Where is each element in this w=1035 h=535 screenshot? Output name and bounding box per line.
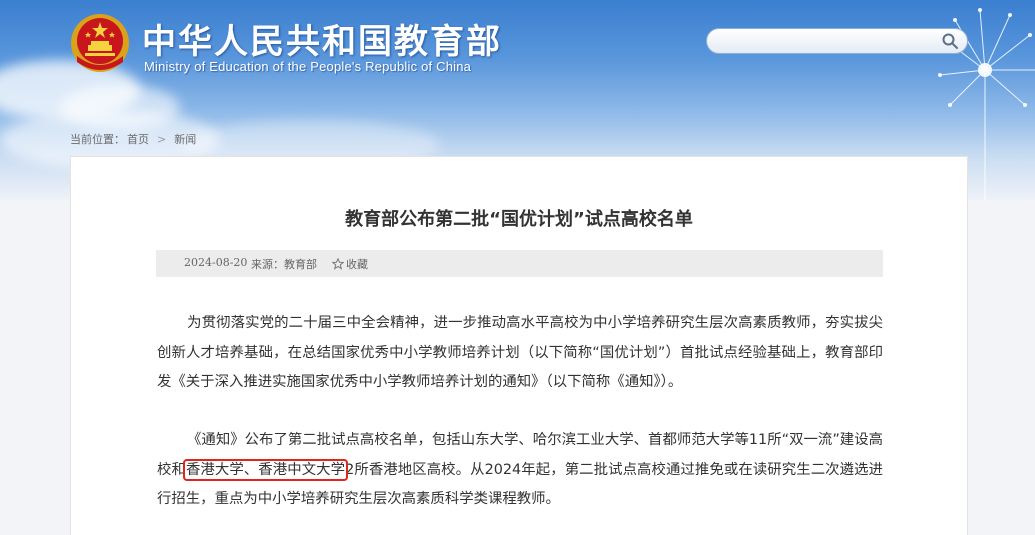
favorite-label: 收藏 xyxy=(346,258,368,271)
paragraph-1-text: 为贯彻落实党的二十届三中全会精神，进一步推动高水平高校为中小学培养研究生层次高素… xyxy=(157,315,883,390)
breadcrumb-news-link[interactable]: 新闻 xyxy=(174,133,196,146)
national-emblem-icon xyxy=(71,14,129,72)
article-title: 教育部公布第二批“国优计划”试点高校名单 xyxy=(345,209,693,230)
search-input[interactable] xyxy=(715,31,939,53)
breadcrumb-home-link[interactable]: 首页 xyxy=(127,133,149,146)
search-box xyxy=(706,28,968,54)
site-title[interactable]: 中华人民共和国教育部 xyxy=(142,14,502,63)
star-icon xyxy=(332,258,344,270)
search-icon[interactable] xyxy=(941,32,959,50)
highlighted-universities: 香港大学、香港中文大学 xyxy=(182,458,349,481)
article-paragraph: 《通知》公布了第二批试点高校名单，包括山东大学、哈尔滨工业大学、首都师范大学等1… xyxy=(157,426,883,515)
breadcrumb: 当前位置： 首页 > 新闻 xyxy=(70,131,196,147)
breadcrumb-separator: > xyxy=(157,133,167,146)
article-paragraph: 为贯彻落实党的二十届三中全会精神，进一步推动高水平高校为中小学培养研究生层次高素… xyxy=(157,309,883,398)
favorite-button[interactable]: 收藏 xyxy=(332,256,368,272)
article-source: 来源：教育部 xyxy=(251,258,317,271)
site-subtitle: Ministry of Education of the People's Re… xyxy=(144,59,472,74)
article-meta-bar: 2024-08-20 来源：教育部 收藏 xyxy=(156,250,883,277)
article-date: 2024-08-20 xyxy=(184,256,248,269)
breadcrumb-prefix: 当前位置： xyxy=(70,133,125,146)
article-panel: 教育部公布第二批“国优计划”试点高校名单 2024-08-20 来源：教育部 收… xyxy=(70,156,968,535)
